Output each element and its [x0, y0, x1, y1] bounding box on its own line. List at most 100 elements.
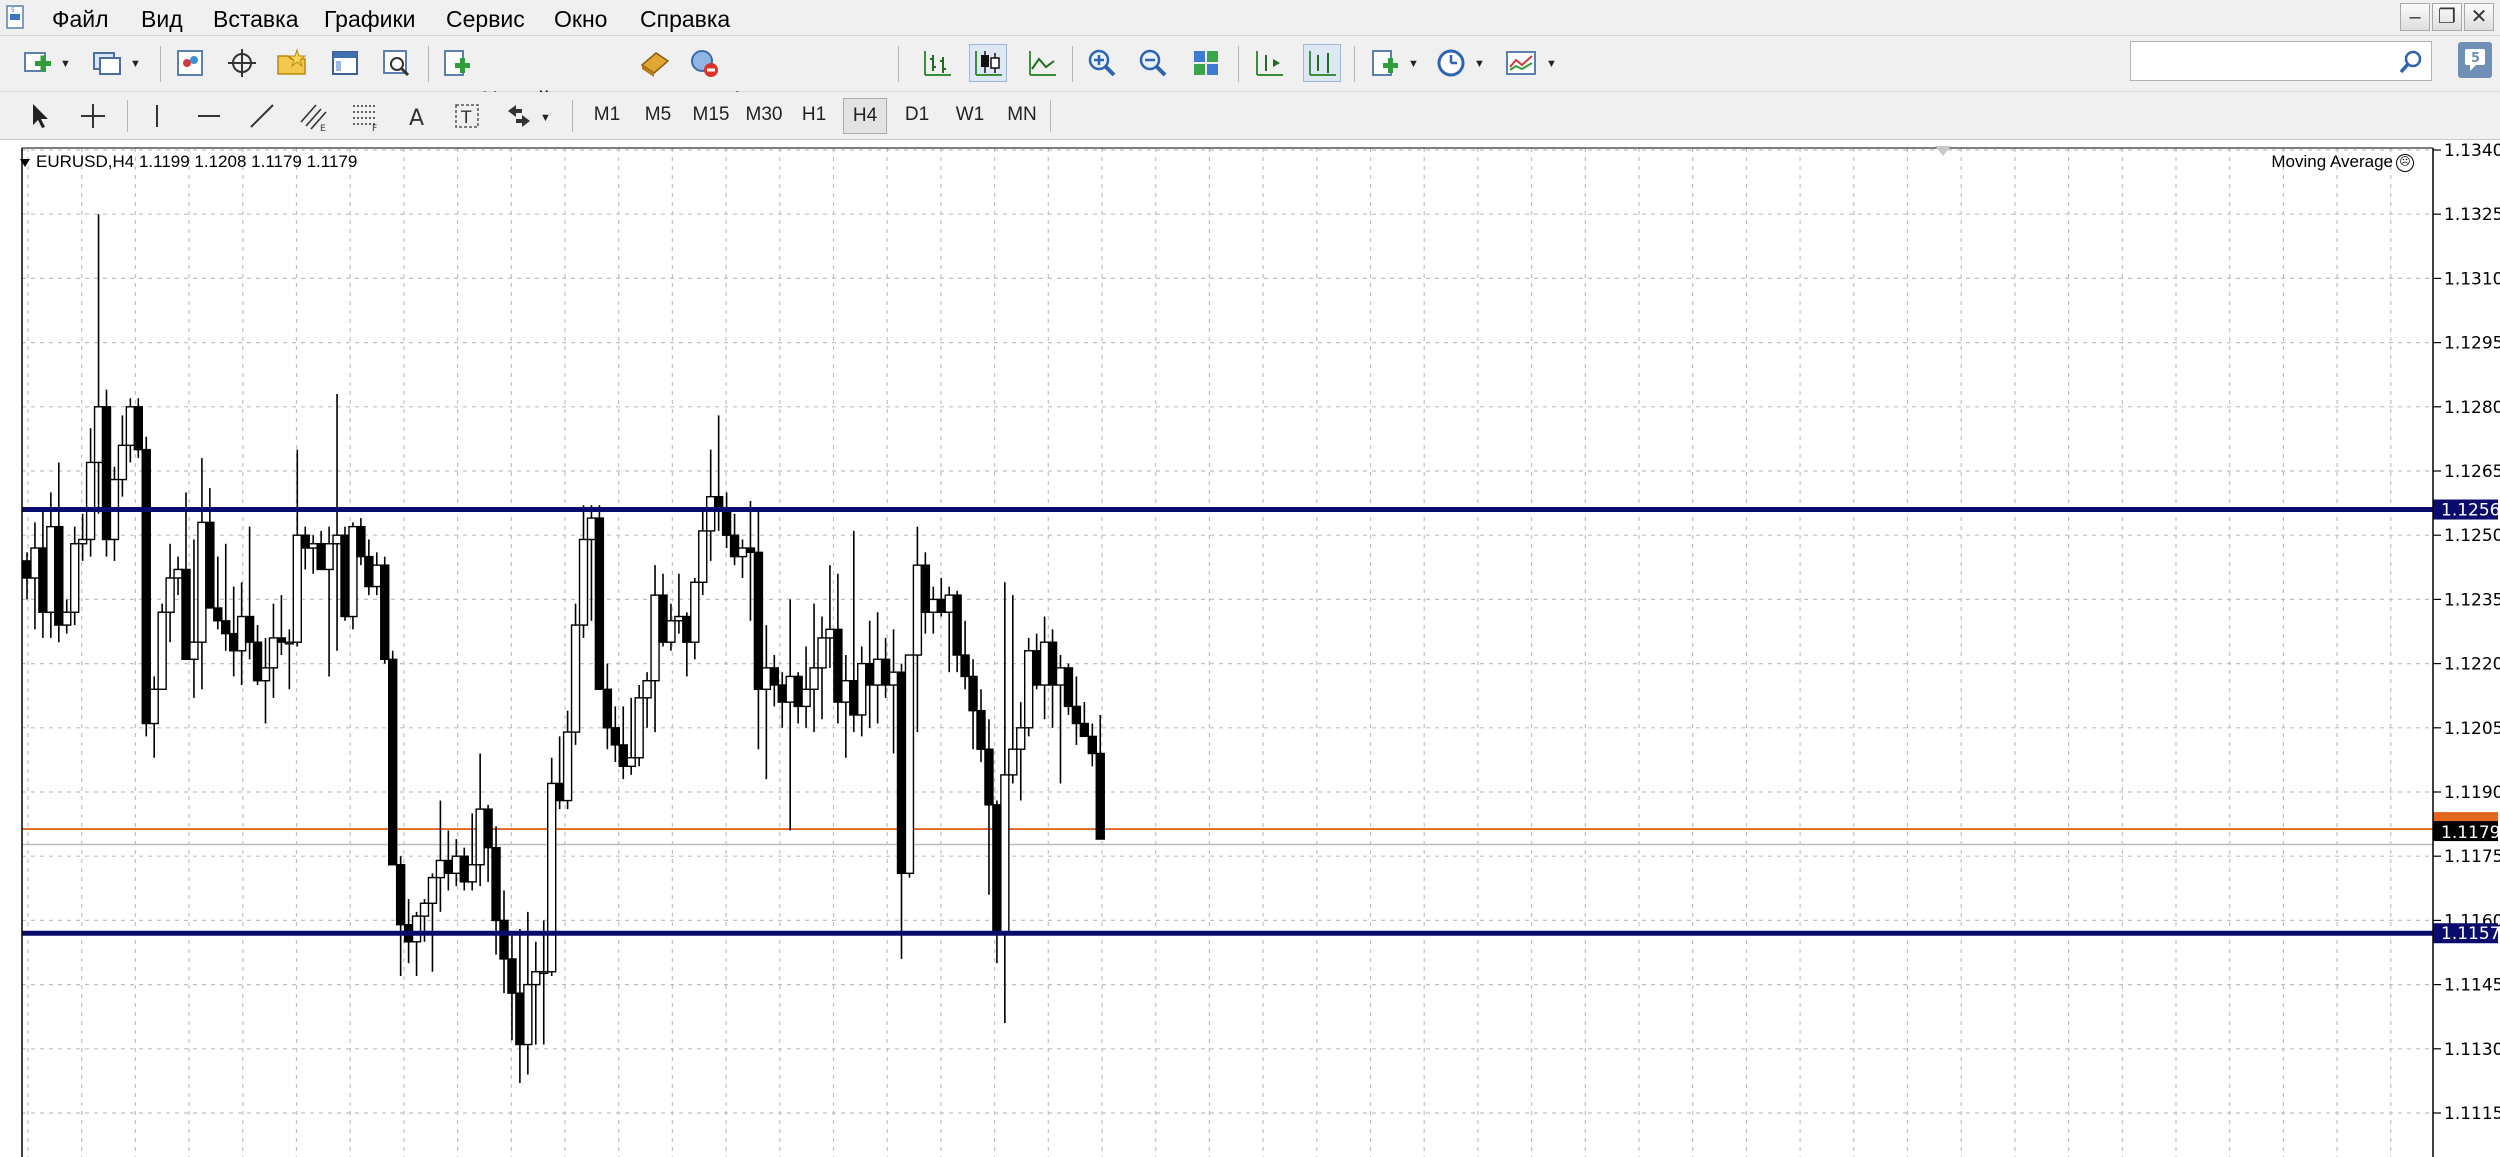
menu-insert[interactable]: Вставка	[213, 6, 299, 32]
menu-tools[interactable]: Сервис	[446, 6, 525, 32]
zoom-out-icon	[1139, 49, 1167, 77]
equidistant-channel-tool-button[interactable]: E	[295, 97, 333, 135]
candle-body	[419, 902, 430, 917]
menu-charts[interactable]: Графики	[324, 6, 415, 32]
indicator-label[interactable]: Moving Average ☹	[2271, 151, 2414, 173]
text-tool-button[interactable]: A	[398, 97, 436, 135]
svg-text:5: 5	[11, 7, 15, 14]
market-watch-button[interactable]	[171, 44, 209, 82]
close-indicator-icon[interactable]: ☹	[2396, 153, 2414, 172]
collapse-triangle-icon[interactable]	[20, 158, 30, 167]
templates-icon	[1506, 51, 1536, 75]
candle-body	[133, 406, 144, 451]
menu-file[interactable]: Файл	[52, 6, 109, 32]
fibonacci-tool-button[interactable]: F	[347, 97, 385, 135]
zoom-in-button[interactable]	[1083, 44, 1121, 82]
terminal-window-icon	[332, 51, 358, 75]
y-axis-tick-label: 1.1115	[2444, 1104, 2500, 1124]
chevron-down-icon[interactable]: ▼	[60, 58, 71, 70]
candle-body	[745, 547, 756, 554]
candle-body	[173, 568, 183, 579]
magnifier-chart-icon	[383, 50, 410, 77]
menu-window[interactable]: Окно	[554, 6, 607, 32]
candlestick-icon	[975, 51, 1002, 76]
timeframe-m1[interactable]: M1	[586, 98, 628, 134]
timeframe-h4[interactable]: H4	[843, 98, 887, 134]
toolbar-separator	[1354, 46, 1355, 82]
candle-body	[125, 406, 136, 447]
level-price-label: 1.1157	[2441, 924, 2500, 944]
chevron-down-icon[interactable]: ▼	[130, 58, 141, 70]
menu-view[interactable]: Вид	[141, 6, 183, 32]
profiles-button[interactable]	[88, 44, 126, 82]
zoom-out-button[interactable]	[1134, 44, 1172, 82]
standard-toolbar: ▼ ▼ ▼ ▼ ▼ 5	[0, 36, 2500, 112]
timeframe-m15[interactable]: M15	[687, 98, 735, 134]
chart-ohlc-text: EURUSD,H4 1.1199 1.1208 1.1179 1.1179	[36, 152, 358, 171]
timeframe-h1[interactable]: H1	[794, 98, 834, 134]
auto-scroll-button[interactable]	[1303, 44, 1341, 82]
strategy-tester-button[interactable]	[377, 44, 415, 82]
candle-body	[1031, 650, 1042, 686]
candle-body	[650, 594, 660, 682]
menu-help[interactable]: Справка	[640, 6, 730, 32]
cursor-tool-button[interactable]	[20, 97, 58, 135]
current-price-label: 1.1179	[2441, 823, 2500, 843]
chevron-down-icon[interactable]: ▼	[1546, 58, 1557, 70]
vertical-line-tool-button[interactable]	[138, 97, 176, 135]
new-order-button[interactable]	[441, 44, 631, 82]
trendline-tool-button[interactable]	[243, 97, 281, 135]
tile-windows-button[interactable]	[1187, 44, 1225, 82]
minimize-button[interactable]: –	[2400, 3, 2430, 31]
timeframe-mn[interactable]: MN	[999, 98, 1045, 134]
candle-body	[85, 461, 96, 541]
messages-button[interactable]: 5	[2458, 42, 2492, 78]
candle-body	[213, 607, 223, 622]
candlestick-chart-button[interactable]	[969, 44, 1007, 82]
line-chart-button[interactable]	[1023, 44, 1061, 82]
new-chart-button[interactable]	[18, 44, 56, 82]
candle-body	[761, 667, 772, 690]
chevron-down-icon[interactable]: ▼	[1474, 58, 1485, 70]
close-button[interactable]: ✕	[2464, 3, 2494, 31]
timeframe-w1[interactable]: W1	[948, 98, 992, 134]
arrows-tool-button[interactable]	[500, 97, 538, 135]
data-window-button[interactable]	[223, 44, 261, 82]
search-input[interactable]	[2130, 41, 2432, 81]
candle-body	[554, 782, 565, 802]
restore-button[interactable]: ❐	[2432, 3, 2462, 31]
periods-button[interactable]	[1432, 44, 1470, 82]
candle-body	[475, 808, 485, 866]
bar-chart-button[interactable]	[918, 44, 956, 82]
app-icon[interactable]: 5	[4, 4, 28, 32]
chart-shift-button[interactable]	[1250, 44, 1288, 82]
timeframe-m30[interactable]: M30	[740, 98, 788, 134]
candle-body	[817, 637, 827, 669]
horizontal-line-tool-button[interactable]	[190, 97, 228, 135]
candle-body	[388, 658, 398, 866]
horizontal-line-icon	[198, 115, 220, 117]
candle-body	[228, 632, 239, 652]
candle-body	[117, 444, 128, 481]
text-label-tool-button[interactable]: T	[448, 97, 486, 135]
terminal-button[interactable]	[326, 44, 364, 82]
price-chart[interactable]: 1.1340 1.1325 1.1310 1.1295 1.1280 1.1265 1.12…	[0, 141, 2500, 1157]
y-axis-tick-label: 1.1235	[2444, 590, 2500, 610]
auto-trading-button[interactable]	[686, 44, 724, 82]
chart-window[interactable]: 1.1340 1.1325 1.1310 1.1295 1.1280 1.1265 1.12…	[0, 141, 2500, 1157]
chevron-down-icon[interactable]: ▼	[540, 112, 551, 124]
templates-button[interactable]	[1502, 44, 1540, 82]
search-icon[interactable]	[2397, 48, 2425, 76]
metaeditor-button[interactable]	[636, 44, 674, 82]
fibonacci-icon: F	[353, 105, 377, 132]
chevron-down-icon[interactable]: ▼	[1408, 58, 1419, 70]
candle-body	[936, 598, 946, 613]
y-axis-tick-label: 1.1265	[2444, 462, 2500, 482]
timeframe-m5[interactable]: M5	[637, 98, 679, 134]
indicators-button[interactable]	[1366, 44, 1404, 82]
crosshair-tool-button[interactable]	[74, 97, 112, 135]
navigator-button[interactable]	[273, 44, 311, 82]
candle-body	[952, 594, 962, 656]
candle-body	[364, 555, 374, 588]
timeframe-d1[interactable]: D1	[896, 98, 938, 134]
